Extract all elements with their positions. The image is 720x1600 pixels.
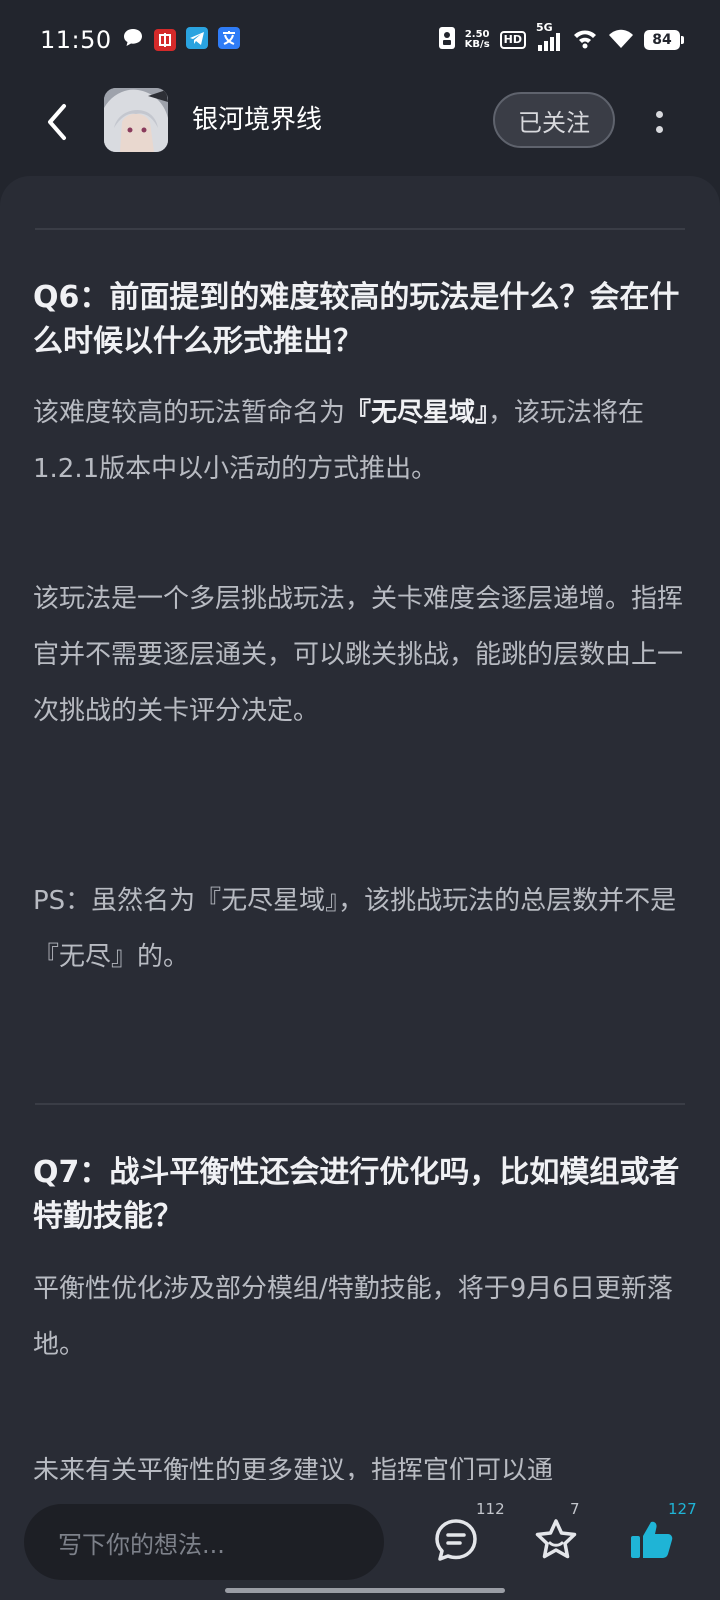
chat-bubble-icon <box>122 27 144 53</box>
answer-paragraph: PS：虽然名为『无尽星域』，该挑战玩法的总层数并不是『无尽』的。 <box>33 886 677 972</box>
home-indicator[interactable] <box>225 1588 505 1593</box>
telegram-icon <box>185 27 208 53</box>
answer-paragraph: 该难度较高的玩法暂命名为『无尽星域』，该玩法将在1.2.1版本中以小活动的方式推… <box>33 385 693 497</box>
wifi-call-icon <box>572 27 598 53</box>
more-dot <box>655 126 663 133</box>
back-arrow-icon <box>48 104 66 140</box>
status-bar: 11:50 2.50 KB/s HD 5G 84 <box>0 0 720 80</box>
like-button[interactable]: 127 <box>622 1500 697 1570</box>
article-content[interactable]: Q6：前面提到的难度较高的玩法是什么？会在什么时候以什么形式推出？ 该难度较高的… <box>0 176 720 1600</box>
section-divider <box>35 1103 685 1105</box>
signal-icon: 5G <box>536 21 562 51</box>
comment-button[interactable]: 112 <box>426 1500 505 1570</box>
top-header: 银河境界线 已关注 <box>0 80 720 180</box>
status-time: 11:50 <box>40 26 112 54</box>
translate-icon <box>217 27 240 53</box>
star-icon <box>535 1519 577 1559</box>
comment-icon <box>435 1519 477 1561</box>
follow-button[interactable]: 已关注 <box>493 92 615 148</box>
back-button[interactable] <box>36 102 76 142</box>
network-type: 5G <box>536 21 553 34</box>
page-title: 银河境界线 <box>192 105 323 135</box>
question-title-q7: Q7：战斗平衡性还会进行优化吗，比如模组或者特勤技能？ <box>33 1155 680 1234</box>
answer-paragraph: 平衡性优化涉及部分模组/特勤技能，将于9月6日更新落地。 <box>33 1274 673 1360</box>
more-vertical-icon <box>655 111 663 118</box>
news-app-icon <box>153 29 176 51</box>
bottom-action-bar: 写下你的想法... 112 7 127 <box>0 1480 720 1600</box>
status-left: 11:50 <box>40 26 240 54</box>
wifi-icon <box>608 27 634 53</box>
answer-paragraph: 该玩法是一个多层挑战玩法，关卡难度会逐层递增。指挥官并不需要逐层通关，可以跳关挑… <box>33 584 684 726</box>
status-right: 2.50 KB/s HD 5G 84 <box>438 21 684 53</box>
like-count: 127 <box>668 1500 697 1518</box>
net-speed: 2.50 KB/s <box>465 30 490 50</box>
section-divider <box>35 228 685 230</box>
net-speed-unit: KB/s <box>464 39 490 50</box>
favorite-count: 7 <box>570 1500 580 1518</box>
answer-text: 该难度较高的玩法暂命名为 <box>33 398 346 428</box>
comment-input[interactable]: 写下你的想法... <box>24 1504 384 1580</box>
thumbs-up-icon <box>631 1521 673 1558</box>
sim-icon <box>438 27 455 53</box>
battery-indicator: 84 <box>644 30 684 50</box>
comment-count: 112 <box>476 1500 505 1518</box>
hd-badge: HD <box>499 31 526 49</box>
avatar[interactable] <box>104 88 168 152</box>
question-title-q6: Q6：前面提到的难度较高的玩法是什么？会在什么时候以什么形式推出？ <box>33 280 680 359</box>
more-options-button[interactable] <box>644 100 674 144</box>
answer-bold-text: 『无尽星域』 <box>345 398 489 428</box>
favorite-button[interactable]: 7 <box>526 1500 586 1570</box>
